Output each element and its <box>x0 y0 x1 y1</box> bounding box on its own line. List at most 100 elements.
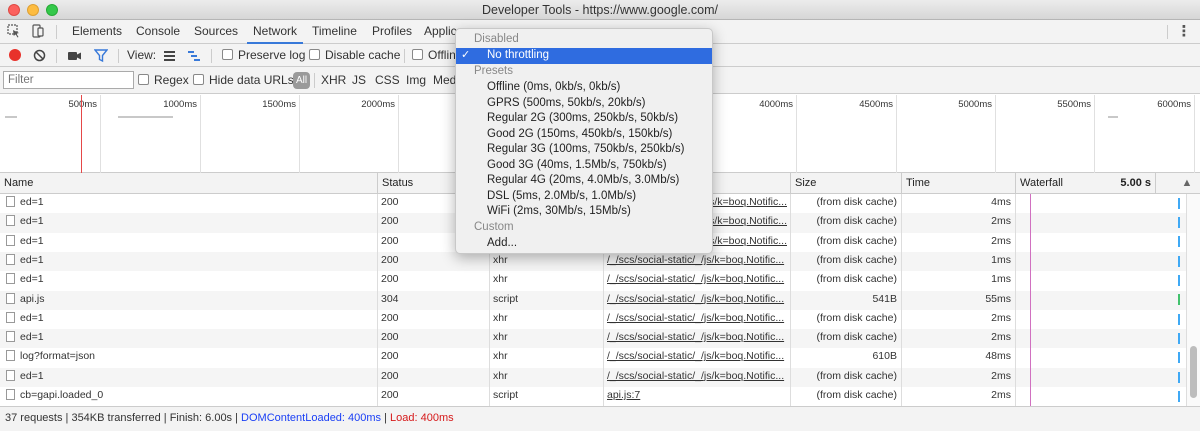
request-status: 200 <box>381 350 399 363</box>
request-size: (from disk cache) <box>816 253 897 266</box>
tab-application[interactable]: Applic <box>424 20 457 44</box>
request-initiator[interactable]: /_/scs/social-static/_/js/k=boq.Notific.… <box>607 310 787 329</box>
filter-media-button[interactable]: Med <box>433 67 456 94</box>
column-name[interactable]: Name <box>0 173 377 194</box>
preserve-log-checkbox[interactable]: Preserve log <box>222 44 305 67</box>
summary-text: 37 requests | 354KB transferred | Finish… <box>5 412 242 424</box>
toolbar-separator <box>56 49 57 63</box>
tabbar-separator-right <box>1167 25 1168 39</box>
column-waterfall[interactable]: Waterfall 5.00 s <box>1015 173 1155 194</box>
menu-item-add-custom[interactable]: Add... <box>456 236 712 252</box>
menu-header-custom: Custom <box>474 221 514 233</box>
request-size: (from disk cache) <box>816 389 897 401</box>
hide-data-urls-checkbox[interactable]: Hide data URLs <box>193 67 294 94</box>
request-initiator[interactable]: /_/scs/social-static/_/js/k=boq.Notific.… <box>607 271 787 290</box>
waterfall-view-icon[interactable] <box>187 44 201 67</box>
filter-input[interactable] <box>3 71 134 89</box>
menu-item-preset[interactable]: Regular 4G (20ms, 4.0Mb/s, 3.0Mb/s) <box>456 173 712 189</box>
file-icon <box>6 234 15 246</box>
device-toolbar-icon[interactable] <box>30 24 46 40</box>
waterfall-time-label: 5.00 s <box>1120 177 1151 189</box>
filter-icon[interactable] <box>93 44 109 67</box>
tab-profiles[interactable]: Profiles <box>372 20 412 44</box>
maximize-window-button[interactable] <box>46 4 58 16</box>
camera-icon[interactable] <box>67 44 82 67</box>
record-icon[interactable] <box>9 49 21 61</box>
request-size: (from disk cache) <box>816 369 897 382</box>
regex-checkbox[interactable]: Regex <box>138 67 189 94</box>
menu-item-preset[interactable]: WiFi (2ms, 30Mb/s, 15Mb/s) <box>456 204 712 220</box>
request-name: ed=1 <box>20 369 44 382</box>
tab-network[interactable]: Network <box>247 20 304 44</box>
request-size: (from disk cache) <box>816 331 897 344</box>
tab-sources[interactable]: Sources <box>194 20 238 44</box>
toolbar-separator <box>211 49 212 63</box>
throttling-dropdown-menu: Disabled ✓ No throttling Presets Offline … <box>455 28 713 254</box>
network-status-bar: 37 requests | 354KB transferred | Finish… <box>0 406 1200 431</box>
clear-icon[interactable] <box>33 44 46 67</box>
tab-elements[interactable]: Elements <box>72 20 122 44</box>
checkbox-box <box>193 74 204 85</box>
overview-bar <box>1108 116 1118 118</box>
tab-console[interactable]: Console <box>136 20 180 44</box>
request-size: (from disk cache) <box>816 234 897 247</box>
request-name: api.js <box>20 292 45 305</box>
menu-item-preset[interactable]: Good 2G (150ms, 450kb/s, 150kb/s) <box>456 127 712 143</box>
waterfall-bar <box>1178 391 1180 402</box>
overview-tick: 5000ms <box>897 95 996 173</box>
menu-item-preset[interactable]: DSL (5ms, 2.0Mb/s, 1.0Mb/s) <box>456 189 712 205</box>
request-initiator[interactable]: /_/scs/social-static/_/js/k=boq.Notific.… <box>607 252 787 271</box>
table-row[interactable]: api.js 304 script /_/scs/social-static/_… <box>0 290 1186 310</box>
table-row[interactable]: log?format=json 200 xhr /_/scs/social-st… <box>0 348 1186 367</box>
menu-item-preset[interactable]: Offline (0ms, 0kb/s, 0kb/s) <box>456 80 712 96</box>
inspect-element-icon[interactable] <box>6 24 22 40</box>
request-time: 4ms <box>991 196 1011 208</box>
table-row[interactable]: ed=1 200 xhr /_/scs/social-static/_/js/k… <box>0 310 1186 329</box>
minimize-window-button[interactable] <box>27 4 39 16</box>
more-options-icon[interactable]: ⋮ <box>1176 24 1192 40</box>
request-initiator[interactable]: /_/scs/social-static/_/js/k=boq.Notific.… <box>607 348 787 367</box>
menu-item-preset[interactable]: Good 3G (40ms, 1.5Mb/s, 750kb/s) <box>456 158 712 174</box>
column-size[interactable]: Size <box>790 173 901 194</box>
request-size: (from disk cache) <box>816 196 897 208</box>
overview-tick: 4500ms <box>797 95 897 173</box>
sort-triangle-icon[interactable]: ▲ <box>1155 173 1200 194</box>
menu-item-preset[interactable]: GPRS (500ms, 50kb/s, 20kb/s) <box>456 96 712 112</box>
table-row[interactable]: ed=1 200 xhr /_/scs/social-static/_/js/k… <box>0 251 1186 272</box>
list-view-icon[interactable] <box>163 44 176 67</box>
tab-timeline[interactable]: Timeline <box>312 20 357 44</box>
disable-cache-checkbox[interactable]: Disable cache <box>309 44 400 67</box>
scrollbar-thumb[interactable] <box>1190 346 1197 398</box>
offline-checkbox[interactable]: Offlin <box>412 44 456 67</box>
close-window-button[interactable] <box>8 4 20 16</box>
menu-item-preset[interactable]: Regular 3G (100ms, 750kb/s, 250kb/s) <box>456 142 712 158</box>
waterfall-label: Waterfall <box>1020 177 1063 189</box>
waterfall-bar <box>1178 352 1180 363</box>
table-scrollbar[interactable] <box>1186 194 1200 406</box>
request-initiator[interactable]: /_/scs/social-static/_/js/k=boq.Notific.… <box>607 329 787 348</box>
request-name: ed=1 <box>20 253 44 266</box>
filter-xhr-button[interactable]: XHR <box>321 67 346 94</box>
table-row[interactable]: cb=gapi.loaded_0 200 script api.js:7 (fr… <box>0 387 1186 406</box>
filter-js-button[interactable]: JS <box>352 67 366 94</box>
file-icon <box>6 389 15 400</box>
request-name: cb=gapi.loaded_0 <box>20 389 104 401</box>
request-status: 200 <box>381 253 399 266</box>
view-label: View: <box>127 48 157 62</box>
request-initiator[interactable]: /_/scs/social-static/_/js/k=boq.Notific.… <box>607 291 787 310</box>
request-initiator[interactable]: /_/scs/social-static/_/js/k=boq.Notific.… <box>607 368 787 387</box>
menu-item-no-throttling[interactable]: ✓ No throttling <box>456 48 712 64</box>
request-initiator[interactable]: api.js:7 <box>607 387 787 406</box>
filter-all-button[interactable]: All <box>293 72 310 89</box>
overview-tick-label: 5500ms <box>1057 99 1091 110</box>
request-time: 2ms <box>991 331 1011 344</box>
column-time[interactable]: Time <box>901 173 1015 194</box>
request-time: 55ms <box>985 292 1011 305</box>
menu-item-preset[interactable]: Regular 2G (300ms, 250kb/s, 50kb/s) <box>456 111 712 127</box>
filter-css-button[interactable]: CSS <box>375 67 400 94</box>
table-row[interactable]: ed=1 200 xhr /_/scs/social-static/_/js/k… <box>0 271 1186 290</box>
table-row[interactable]: ed=1 200 xhr /_/scs/social-static/_/js/k… <box>0 329 1186 349</box>
filter-img-button[interactable]: Img <box>406 67 426 94</box>
waterfall-bar <box>1178 256 1180 267</box>
table-row[interactable]: ed=1 200 xhr /_/scs/social-static/_/js/k… <box>0 367 1186 387</box>
